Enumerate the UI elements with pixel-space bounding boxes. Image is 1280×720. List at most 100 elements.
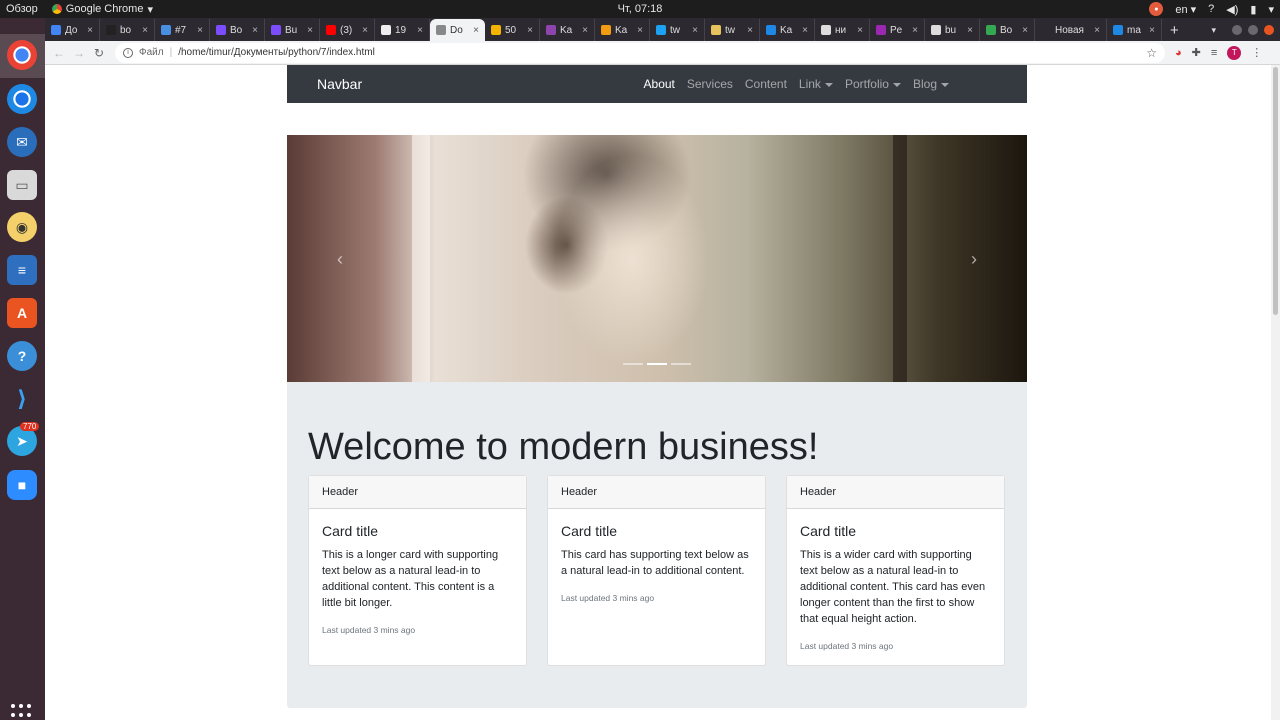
tab-close-icon[interactable]: × [637, 25, 643, 36]
tab-close-icon[interactable]: × [197, 25, 203, 36]
browser-tab[interactable]: ни × [815, 19, 870, 41]
carousel-indicator[interactable] [623, 363, 643, 365]
card-header: Header [787, 476, 1004, 509]
files-icon[interactable]: ▭ [7, 170, 37, 200]
nav-link-blog[interactable]: Blog [913, 77, 949, 91]
app-menu[interactable]: Google Chrome ▾ [51, 3, 153, 16]
tab-close-icon[interactable]: × [527, 25, 533, 36]
thunderbird-icon[interactable]: ✉ [7, 127, 37, 157]
browser-tab[interactable]: Do × [430, 19, 485, 41]
nav-link-portfolio[interactable]: Portfolio [845, 77, 901, 91]
tab-close-icon[interactable]: × [967, 25, 973, 36]
chrome-dock-icon[interactable] [7, 40, 37, 70]
browser-tab[interactable]: 19 × [375, 19, 430, 41]
page-title: Welcome to modern business! [308, 426, 819, 468]
browser-tab[interactable]: bu × [925, 19, 980, 41]
browser-tab[interactable]: Bo × [210, 19, 265, 41]
tab-label: #7 [175, 24, 187, 36]
bookmark-star-icon[interactable]: ☆ [1146, 46, 1157, 60]
extensions-puzzle-icon[interactable]: ✚ [1192, 46, 1201, 59]
carousel-prev-icon[interactable]: ‹ [337, 249, 343, 270]
browser-tab[interactable]: До × [45, 19, 100, 41]
activities-button[interactable]: Обзор [0, 3, 44, 15]
nav-link-link[interactable]: Link [799, 77, 833, 91]
tab-close-icon[interactable]: × [582, 25, 588, 36]
forward-button[interactable]: → [69, 46, 89, 60]
browser-tab[interactable]: Ka × [540, 19, 595, 41]
back-button[interactable]: ← [49, 46, 69, 60]
tab-close-icon[interactable]: × [142, 25, 148, 36]
browser-tab[interactable]: (3) × [320, 19, 375, 41]
vscode-icon[interactable]: ⟩ [7, 384, 37, 414]
carousel-indicator[interactable] [647, 363, 667, 365]
tab-close-icon[interactable]: × [87, 25, 93, 36]
browser-tab[interactable]: Bo × [980, 19, 1035, 41]
extension-color-icon[interactable]: ◕ [1175, 47, 1182, 59]
tab-favicon-icon [161, 25, 171, 35]
tab-close-icon[interactable]: × [857, 25, 863, 36]
nav-link-label: About [643, 77, 675, 91]
help-icon[interactable]: ? [1208, 3, 1214, 15]
tab-close-icon[interactable]: × [252, 25, 258, 36]
maximize-button[interactable] [1248, 25, 1258, 35]
chromium-dock-icon[interactable] [7, 84, 37, 114]
system-menu-icon[interactable]: ▾ [1268, 3, 1274, 16]
browser-tab[interactable]: tw × [650, 19, 705, 41]
tab-close-icon[interactable]: × [692, 25, 698, 36]
browser-tab[interactable]: Новая × [1035, 19, 1107, 41]
tab-label: bu [945, 24, 957, 36]
help-dock-icon[interactable]: ? [7, 341, 37, 371]
tab-close-icon[interactable]: × [307, 25, 313, 36]
tab-close-icon[interactable]: × [802, 25, 808, 36]
browser-tab[interactable]: ma × [1107, 19, 1162, 41]
browser-tab[interactable]: 50 × [485, 19, 540, 41]
scrollbar-thumb[interactable] [1273, 67, 1278, 315]
browser-tab[interactable]: Bu × [265, 19, 320, 41]
software-center-icon[interactable]: A [7, 298, 37, 328]
tab-close-icon[interactable]: × [747, 25, 753, 36]
chrome-menu-icon[interactable]: ⋮ [1251, 46, 1262, 59]
tab-close-icon[interactable]: × [417, 25, 423, 36]
browser-tab[interactable]: Ka × [595, 19, 650, 41]
nav-link-content[interactable]: Content [745, 77, 787, 91]
show-apps-icon[interactable] [11, 704, 33, 720]
reload-button[interactable]: ↻ [89, 46, 109, 60]
minimize-button[interactable] [1232, 25, 1242, 35]
tab-favicon-icon [711, 25, 721, 35]
page-viewport: Navbar About Services Content Link Portfolio… [45, 65, 1271, 720]
tab-close-icon[interactable]: × [912, 25, 918, 36]
profile-avatar[interactable]: T [1227, 45, 1242, 60]
notification-icon[interactable]: ● [1149, 2, 1164, 16]
carousel-indicator[interactable] [671, 363, 691, 365]
zoom-icon[interactable]: ■ [7, 470, 37, 500]
browser-tab[interactable]: tw × [705, 19, 760, 41]
tab-favicon-icon [656, 25, 666, 35]
writer-icon[interactable]: ≡ [7, 255, 37, 285]
reading-list-icon[interactable]: ≡ [1211, 47, 1217, 59]
browser-tab[interactable]: Ka × [760, 19, 815, 41]
tab-strip: До × bo × #7 × Bo × Bu × (3) × 19 × Do × 50 × Ka × Ka × tw × tw ×… [45, 18, 1280, 41]
browser-tab[interactable]: bo × [100, 19, 155, 41]
address-bar[interactable]: i Файл | /home/timur/Документы/python/7/… [115, 42, 1165, 63]
close-window-button[interactable] [1264, 25, 1274, 35]
info-icon[interactable]: i [123, 47, 133, 58]
navbar-brand[interactable]: Navbar [317, 76, 362, 92]
volume-icon[interactable]: ◀) [1226, 3, 1238, 16]
page-scrollbar[interactable] [1271, 65, 1280, 720]
browser-tab[interactable]: #7 × [155, 19, 210, 41]
new-tab-button[interactable]: + [1162, 19, 1187, 41]
tab-close-icon[interactable]: × [1094, 25, 1100, 36]
tab-search-icon[interactable]: ▾ [1211, 25, 1216, 36]
tab-close-icon[interactable]: × [362, 25, 368, 36]
rhythmbox-icon[interactable]: ◉ [7, 212, 37, 242]
tab-close-icon[interactable]: × [1022, 25, 1028, 36]
battery-icon[interactable]: ▮ [1250, 3, 1256, 16]
nav-link-about[interactable]: About [644, 77, 675, 91]
clock[interactable]: Чт, 07:18 [618, 3, 663, 15]
tab-close-icon[interactable]: × [473, 25, 479, 36]
nav-link-services[interactable]: Services [687, 77, 733, 91]
browser-tab[interactable]: Pe × [870, 19, 925, 41]
keyboard-layout[interactable]: en ▾ [1175, 3, 1196, 16]
carousel-next-icon[interactable]: › [971, 249, 977, 270]
tab-close-icon[interactable]: × [1149, 25, 1155, 36]
